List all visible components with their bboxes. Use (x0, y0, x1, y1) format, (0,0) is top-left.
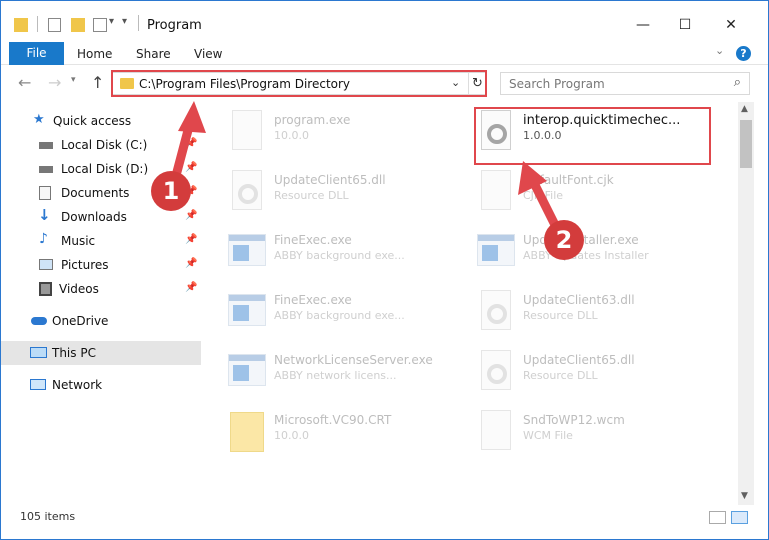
arrow-1-head (178, 101, 206, 133)
annotation-badge-1: 1 (151, 171, 191, 211)
explorer-window: ▾ ▾ Program — ☐ ✕ File Home Share View ⌄… (0, 0, 769, 540)
annotation-badge-2: 2 (544, 220, 584, 260)
annotation-arrows (168, 101, 566, 242)
